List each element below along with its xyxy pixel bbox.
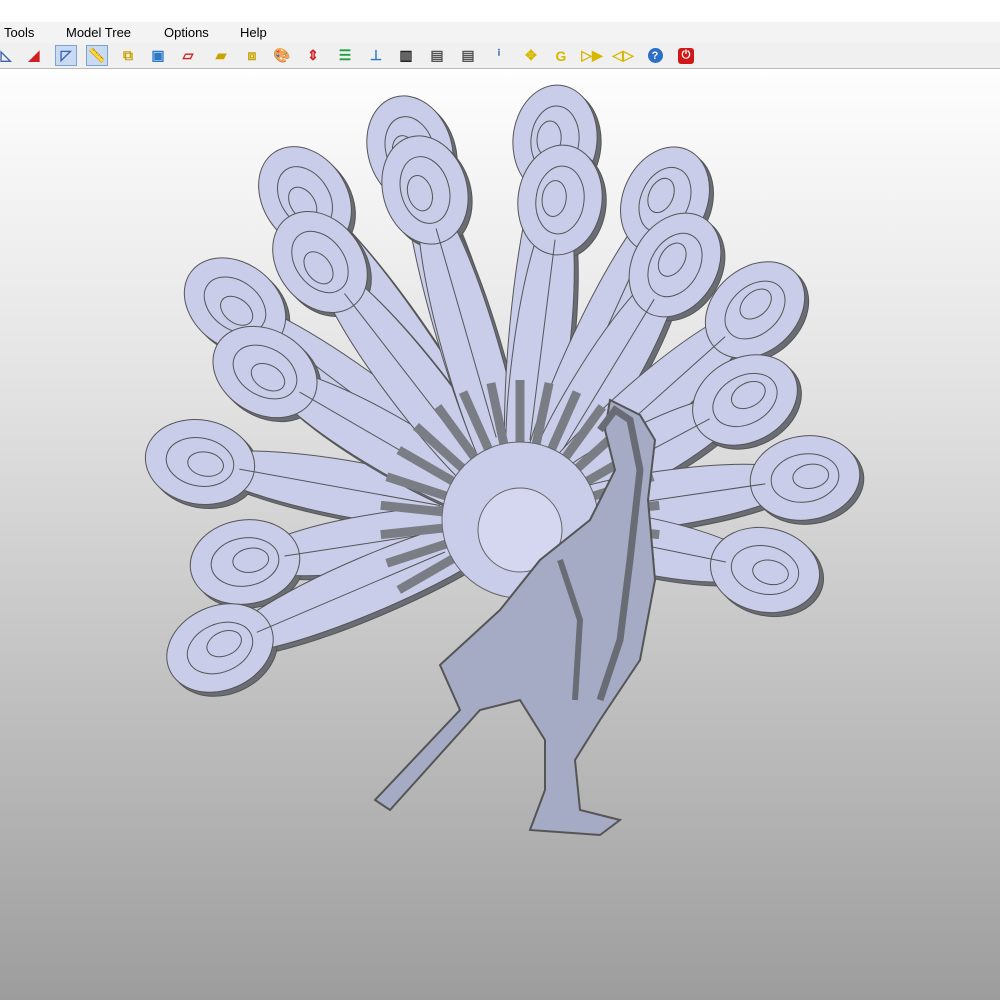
document-props-button[interactable]: ▤ [457,45,479,66]
view-red-button[interactable]: ◢ [23,45,45,66]
align-icon: ⊥ [369,47,383,63]
play-forward-button[interactable]: ▷▶ [581,45,603,66]
ruler-icon: ▰ [215,47,227,63]
menu-bar: Tools Model Tree Options Help [0,22,1000,43]
paint-palette-icon: 🎨 [273,47,291,63]
measure-view-button[interactable]: 📏 [86,45,108,66]
explode-icon: ⧉ [123,47,133,63]
ruler-button[interactable]: ▰ [210,45,232,66]
menu-help[interactable]: Help [240,22,267,40]
film-button[interactable]: ▥ [395,45,417,66]
toolbar: ◺ ◢ ◸ 📏 ⧉ ▣ ▱ ▰ ⧈ 🎨 ⇕ ☰ ⊥ ▥ ▤ ▤ ⁱ ✥ G ▷▶ ◁▷? ⏻ [0,43,1000,69]
view-angle-button[interactable]: ◺ [0,45,17,66]
explode-button[interactable]: ⧉ [117,45,139,66]
film-icon: ▥ [399,47,413,63]
power-icon: ⏻ [678,47,694,64]
view-angle-icon: ◺ [0,47,12,63]
properties-button[interactable]: ▤ [426,45,448,66]
info-icon: ⁱ [497,47,501,63]
mirror-icon: ◁▷ [612,47,634,63]
view-red-icon: ◢ [28,47,40,63]
measure-view-icon: 📏 [88,47,106,63]
title-strip [0,0,1000,22]
monitor-button[interactable]: ▣ [147,45,169,66]
pan-icon: ✥ [525,47,537,63]
view-outline-icon: ◸ [60,47,72,63]
paint-palette-button[interactable]: 🎨 [271,45,293,66]
mirror-button[interactable]: ◁▷ [612,45,634,66]
play-forward-icon: ▷▶ [581,47,603,63]
properties-icon: ▤ [430,47,444,63]
section-plane-icon: ▱ [182,47,194,63]
transform-button[interactable]: ⇕ [302,45,324,66]
move-parts-button[interactable]: ⧈ [241,45,263,66]
menu-options[interactable]: Options [164,22,209,40]
menu-model-tree[interactable]: Model Tree [66,22,131,40]
layers-button[interactable]: ☰ [334,45,356,66]
section-plane-button[interactable]: ▱ [177,45,199,66]
move-parts-icon: ⧈ [247,47,257,63]
help-button[interactable]: ? [644,45,666,66]
pan-button[interactable]: ✥ [520,45,542,66]
3d-viewport[interactable] [0,69,1000,1000]
transform-icon: ⇕ [307,47,319,63]
rotate-icon: G [555,47,567,64]
peacock-model [144,84,865,837]
document-props-icon: ▤ [461,47,475,63]
power-button[interactable]: ⏻ [675,45,697,66]
align-button[interactable]: ⊥ [365,45,387,66]
rotate-button[interactable]: G [550,45,572,66]
menu-tools[interactable]: Tools [4,22,34,40]
layers-icon: ☰ [338,47,352,63]
info-button[interactable]: ⁱ [488,45,510,66]
help-icon: ? [647,48,663,63]
view-outline-button[interactable]: ◸ [55,45,77,66]
monitor-icon: ▣ [151,47,165,63]
